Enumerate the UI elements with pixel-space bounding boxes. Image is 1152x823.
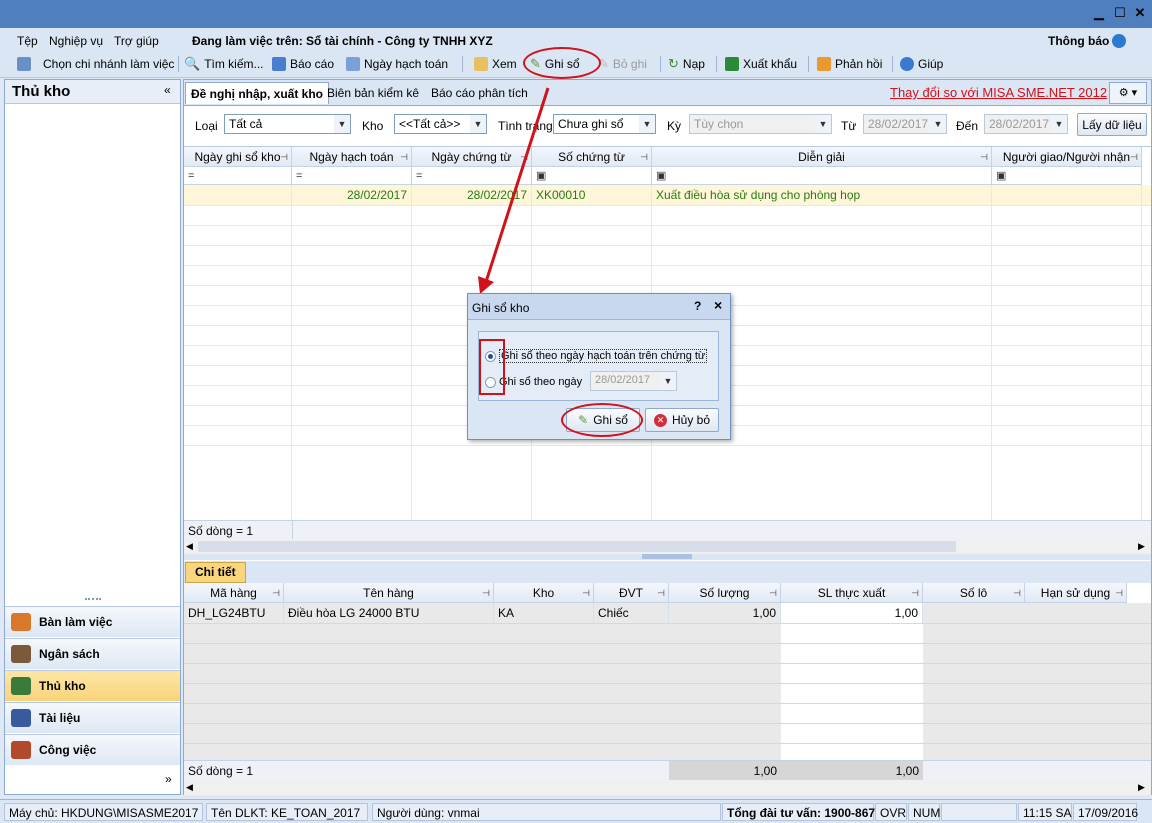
option-posting-date[interactable]: Ghi sổ theo ngày hạch toán trên chứng từ: [485, 349, 708, 363]
status-time: 11:15 SA: [1018, 803, 1072, 821]
user-label: Người dùng: vnmai: [377, 806, 480, 820]
dialog-help-icon[interactable]: ?: [694, 299, 701, 313]
num-label: NUM: [913, 806, 941, 820]
status-blank: [941, 803, 1017, 821]
status-database: Tên DLKT: KE_TOAN_2017: [206, 803, 368, 821]
arrow-line: [483, 87, 550, 286]
dropdown-arrow-icon: ▼: [660, 372, 676, 390]
post-dialog: Ghi sổ kho ? × Ghi sổ theo ngày hạch toá…: [467, 293, 731, 440]
option2-label: Ghi sổ theo ngày: [499, 376, 583, 388]
server-label: Máy chủ: HKDUNG\MISASME2017: [9, 806, 199, 820]
dialog-header: Ghi sổ kho ? ×: [468, 294, 730, 320]
dialog-close-icon[interactable]: ×: [714, 297, 722, 313]
dialog-cancel-button[interactable]: ✕ Hủy bỏ: [645, 408, 719, 432]
dialog-title: Ghi sổ kho: [472, 301, 530, 315]
dialog-cancel-label: Hủy bỏ: [671, 413, 711, 427]
status-hotline: Tổng đài tư vấn: 1900-8677: [722, 803, 882, 821]
db-label: Tên DLKT: KE_TOAN_2017: [211, 806, 361, 820]
status-bar: Máy chủ: HKDUNG\MISASME2017 Tên DLKT: KE…: [0, 799, 1152, 823]
status-date: 17/09/2016: [1073, 803, 1139, 821]
time-label: 11:15 SA: [1023, 806, 1072, 820]
status-ovr: OVR: [875, 803, 907, 821]
highlight-radio-box: [479, 339, 505, 395]
dialog-date-field[interactable]: 28/02/2017 ▼: [590, 371, 677, 391]
cancel-icon: ✕: [653, 413, 667, 427]
dialog-date-value: 28/02/2017: [595, 374, 651, 386]
option1-label: Ghi sổ theo ngày hạch toán trên chứng từ: [499, 349, 708, 363]
status-user: Người dùng: vnmai: [372, 803, 721, 821]
status-server: Máy chủ: HKDUNG\MISASME2017: [4, 803, 203, 821]
status-num: NUM: [908, 803, 940, 821]
date-label: 17/09/2016: [1078, 806, 1139, 820]
highlight-dialog-post: [561, 403, 643, 437]
ovr-label: OVR: [880, 806, 907, 820]
hotline-label: Tổng đài tư vấn: 1900-8677: [727, 806, 882, 820]
